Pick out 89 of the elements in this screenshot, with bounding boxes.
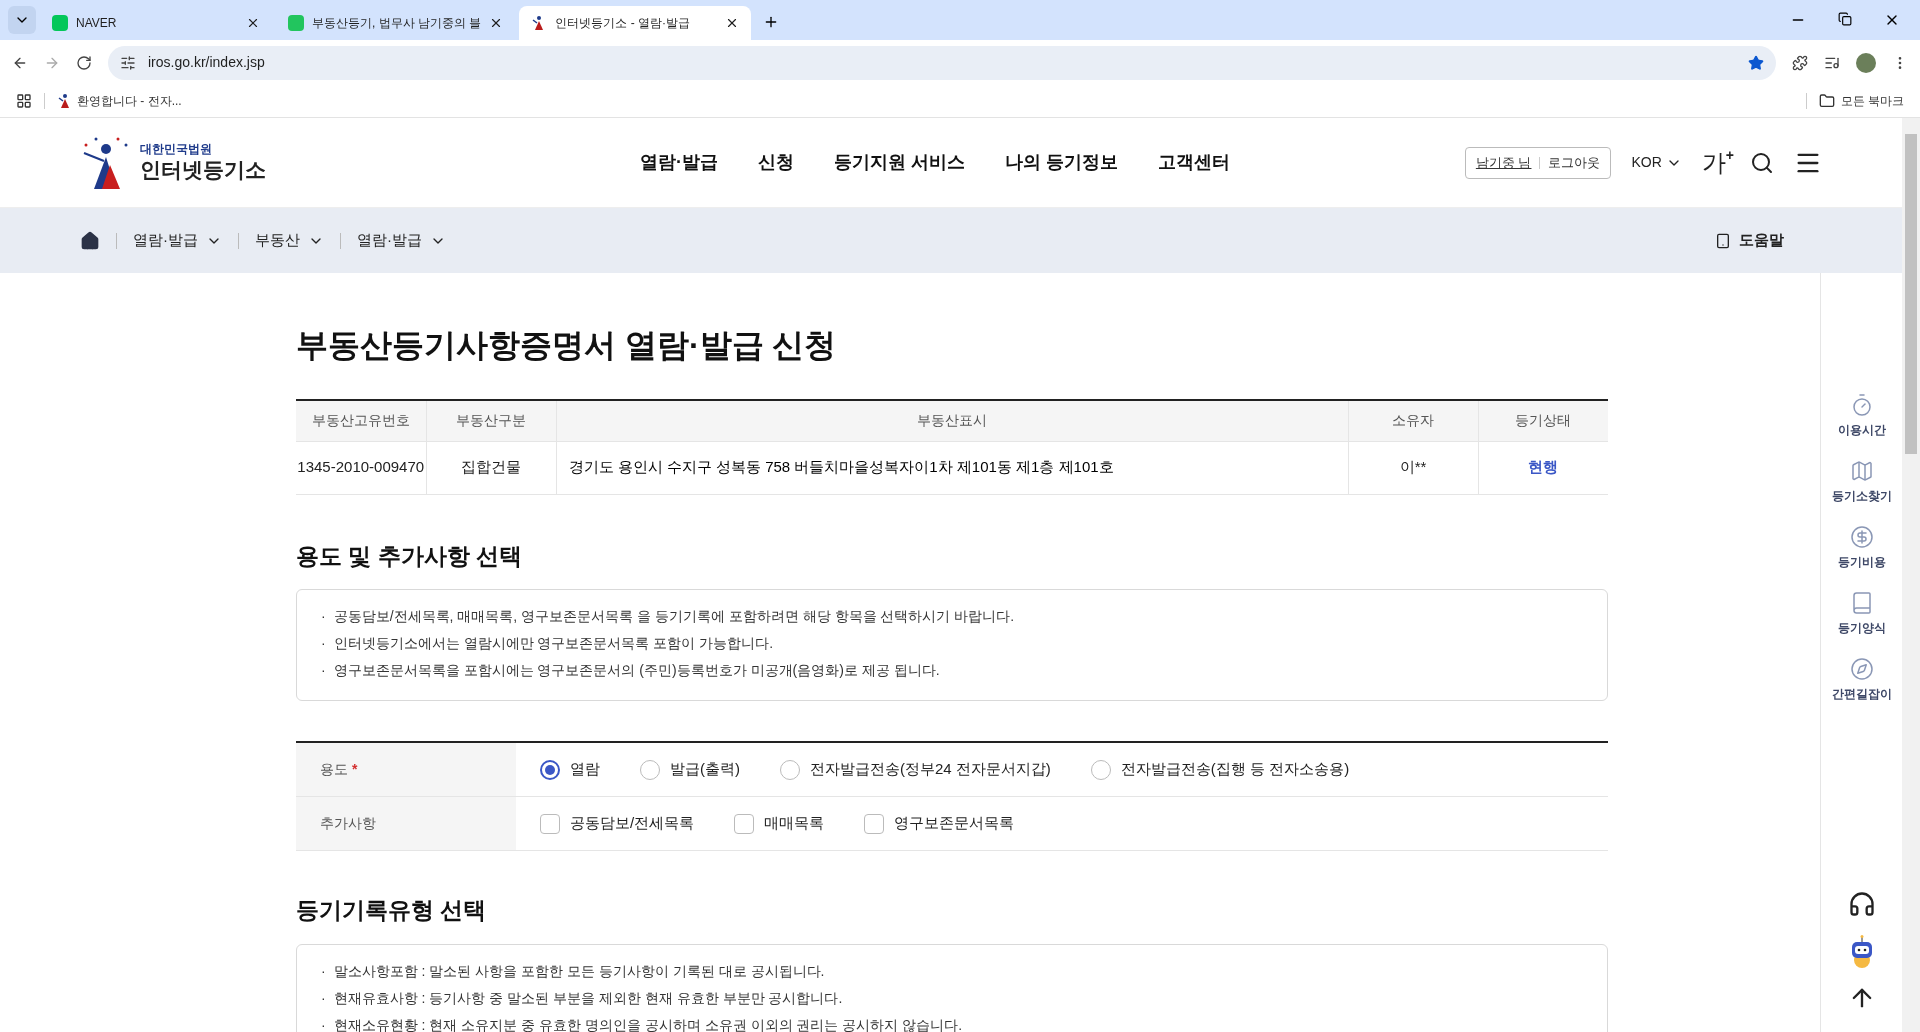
reload-icon[interactable] xyxy=(76,54,92,71)
extensions-icon[interactable] xyxy=(1792,54,1808,71)
notice-text: 공동담보/전세목록, 매매목록, 영구보존문서목록 을 등기기록에 포함하려면 해당 항목을 선택하시기 바랍니다. xyxy=(333,607,1015,626)
checkbox-option[interactable]: 영구보존문서목록 xyxy=(864,812,1015,835)
bullet-mark: · xyxy=(321,961,326,981)
table-cell: 경기도 용인시 수지구 성복동 758 버들치마을성복자이1차 제101동 제1층 제101호 xyxy=(556,441,1348,494)
bullet-mark: · xyxy=(321,661,326,680)
checkbox-option[interactable]: 공동담보/전세목록 xyxy=(540,812,695,835)
column-header: 부동산고유번호 xyxy=(296,400,426,441)
section-title: 용도 및 추가사항 선택 xyxy=(296,541,524,571)
tab-title: NAVER xyxy=(76,15,118,32)
coin-icon xyxy=(1849,525,1874,549)
all-bookmarks-button[interactable]: 모든 북마크 xyxy=(1818,92,1904,110)
bullet-mark: · xyxy=(321,988,326,1008)
apps-icon[interactable] xyxy=(16,93,32,109)
main-nav-link[interactable]: 신청 xyxy=(758,149,794,176)
browser-tab[interactable]: NAVER xyxy=(40,6,272,40)
language-dropdown[interactable]: KOR xyxy=(1631,152,1682,173)
logo-subtitle: 대한민국법원 xyxy=(140,141,213,157)
checkbox[interactable] xyxy=(734,813,755,834)
field-label: 용도 xyxy=(320,760,348,779)
bullet-mark: · xyxy=(321,607,326,626)
tab-title: 부동산등기, 법무사 남기중의 블 xyxy=(312,15,482,32)
font-size-button[interactable]: 가+ xyxy=(1701,144,1734,181)
bullet-mark: · xyxy=(321,1015,326,1032)
checkbox-option[interactable]: 매매목록 xyxy=(734,812,825,835)
radio-button[interactable] xyxy=(540,759,560,780)
quick-menu-item[interactable]: 등기양식 xyxy=(1837,591,1886,637)
quick-menu-item[interactable]: 등기비용 xyxy=(1837,525,1886,571)
naver-logo-icon xyxy=(52,15,68,31)
checkbox[interactable] xyxy=(864,813,885,834)
field-label: 추가사항 xyxy=(320,814,376,833)
tablet-icon xyxy=(1715,232,1731,249)
quick-menu-item[interactable]: 간편길잡이 xyxy=(1831,657,1892,703)
notice-text: 현재소유현황 : 현재 소유지분 중 유효한 명의인을 공시하며 소유권 이외의 권리는 공시하지 않습니다. xyxy=(333,1015,963,1032)
status-text: 현행 xyxy=(1478,441,1608,494)
bookmark-link[interactable]: 환영합니다 - 전자... xyxy=(57,92,182,110)
bullet-mark: · xyxy=(321,634,326,653)
breadcrumb-dropdown[interactable]: 열람·발급 xyxy=(133,229,222,252)
main-nav-link[interactable]: 열람·발급 xyxy=(640,149,718,176)
breadcrumb-dropdown[interactable]: 부동산 xyxy=(255,229,324,252)
radio-option[interactable]: 전자발급전송(정부24 전자문서지갑) xyxy=(780,758,1051,781)
compass-icon xyxy=(1849,657,1874,681)
logout-link[interactable]: 로그아웃 xyxy=(1548,152,1601,173)
headset-icon[interactable] xyxy=(1847,890,1876,918)
browser-tab[interactable]: 인터넷등기소 - 열람·발급 xyxy=(519,6,752,40)
column-header: 등기상태 xyxy=(1478,400,1608,441)
notice-text: 인터넷등기소에서는 열람시에만 영구보존문서목록 포함이 가능합니다. xyxy=(333,634,774,653)
bookmark-star-icon[interactable] xyxy=(1748,54,1764,71)
logo-title: 인터넷등기소 xyxy=(140,156,266,183)
folder-icon xyxy=(1818,93,1835,109)
home-icon[interactable] xyxy=(80,230,100,251)
notice-text: 현재유효사항 : 등기사항 중 말소된 부분을 제외한 현재 유효한 부분만 공시합니다. xyxy=(333,988,843,1008)
help-button[interactable]: 도움말 xyxy=(1715,229,1784,252)
column-header: 부동산표시 xyxy=(556,400,1348,441)
table-cell: 이** xyxy=(1348,441,1478,494)
search-icon[interactable] xyxy=(1750,150,1774,175)
tab-title: 인터넷등기소 - 열람·발급 xyxy=(555,15,691,32)
breadcrumb-dropdown[interactable]: 열람·발급 xyxy=(357,229,446,252)
page-title: 부동산등기사항증명서 열람·발급 신청 xyxy=(296,326,838,365)
main-nav-link[interactable]: 등기지원 서비스 xyxy=(834,149,965,176)
notice-text: 영구보존문서목록을 포함시에는 영구보존문서의 (주민)등록번호가 미공개(음영화)로 제공 됩니다. xyxy=(333,661,940,680)
tab-list-button[interactable] xyxy=(8,6,36,34)
url-text: iros.go.kr/index.jsp xyxy=(148,53,266,72)
main-nav-link[interactable]: 고객센터 xyxy=(1158,149,1231,176)
scrollbar-thumb[interactable] xyxy=(1905,134,1917,454)
table-cell: 집합건물 xyxy=(426,441,556,494)
notice-text: 말소사항포함 : 말소된 사항을 포함한 모든 등기사항이 기록된 대로 공시됩니다. xyxy=(333,961,825,981)
radio-option[interactable]: 발급(출력) xyxy=(640,758,740,781)
blog-logo-icon xyxy=(288,15,304,31)
close-icon[interactable] xyxy=(246,16,260,30)
browser-tab[interactable]: 부동산등기, 법무사 남기중의 블 xyxy=(276,6,516,40)
section-title: 등기기록유형 선택 xyxy=(296,896,488,925)
profile-avatar[interactable] xyxy=(1856,52,1876,73)
user-name-link[interactable]: 남기중 님 xyxy=(1475,152,1532,173)
quick-menu-item[interactable]: 등기소찾기 xyxy=(1831,459,1892,505)
checkbox[interactable] xyxy=(540,813,560,834)
radio-option[interactable]: 전자발급전송(집행 등 전자소송용) xyxy=(1090,758,1350,781)
map-icon xyxy=(1849,459,1874,483)
quick-menu-item[interactable]: 이용시간 xyxy=(1837,393,1886,439)
required-mark: * xyxy=(352,760,358,779)
address-bar[interactable]: iros.go.kr/index.jsp xyxy=(108,45,1776,80)
radio-option[interactable]: 열람 xyxy=(540,758,600,781)
main-nav-link[interactable]: 나의 등기정보 xyxy=(1005,149,1119,176)
table-cell: 1345-2010-009470 xyxy=(296,441,426,494)
restore-icon[interactable] xyxy=(1838,12,1852,26)
column-header: 소유자 xyxy=(1348,400,1478,441)
site-info-icon[interactable] xyxy=(120,54,136,71)
column-header: 부동산구분 xyxy=(426,400,556,441)
